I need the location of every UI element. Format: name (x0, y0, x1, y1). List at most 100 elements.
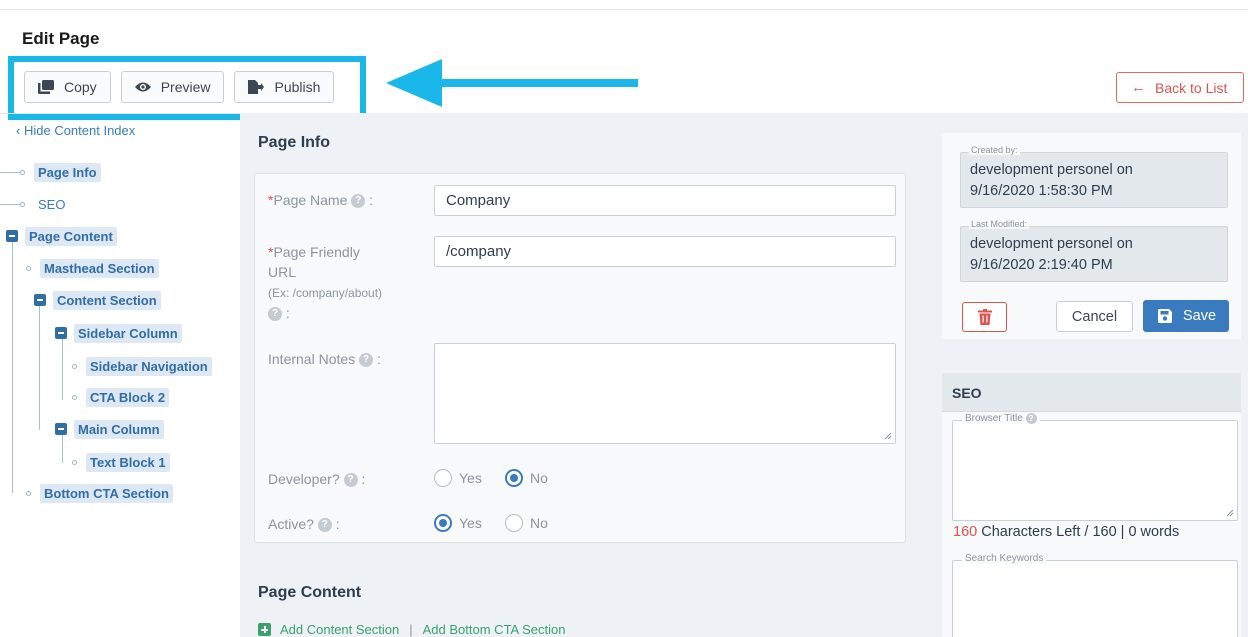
friendly-url-input[interactable]: /company (434, 236, 896, 267)
tree-item-content-section[interactable]: Content Section (34, 289, 161, 311)
hide-content-index-label: Hide Content Index (23, 123, 136, 138)
active-label-text: Active? (268, 516, 314, 532)
friendly-url-label: *Page Friendly (268, 243, 360, 261)
developer-no-radio[interactable]: No (505, 469, 548, 487)
tree-item-label: Page Info (34, 162, 101, 182)
tree-item-label: Page Content (25, 226, 117, 246)
plus-square-icon (258, 623, 271, 636)
help-icon[interactable]: ? (1025, 413, 1037, 424)
collapse-icon[interactable] (55, 327, 67, 339)
tree-dot-icon (72, 394, 77, 400)
add-section-links: Add Content Section | Add Bottom CTA Sec… (258, 622, 565, 637)
tree-item-label: Content Section (53, 290, 161, 310)
radio-label: Yes (459, 470, 482, 486)
characters-left-counter: 160 Characters Left / 160 | 0 words (953, 524, 1179, 540)
tree-connector (12, 238, 13, 493)
seo-panel-header (942, 373, 1241, 412)
created-by-field: Created by: development personel on 9/16… (960, 145, 1228, 208)
browser-title-textarea[interactable]: Browser Title ? (952, 413, 1238, 521)
label-colon: : (369, 192, 374, 208)
developer-label-text: Developer? (268, 471, 340, 487)
resize-grip-icon[interactable] (884, 432, 892, 440)
tree-dot-icon (72, 363, 77, 369)
friendly-url-label-line-2: URL (268, 264, 297, 280)
radio-circle (505, 514, 523, 532)
page-name-label: *Page Name ? : (268, 191, 373, 209)
toolbar-highlight-box (8, 56, 366, 120)
tree-item-label: Sidebar Navigation (86, 356, 212, 376)
tree-item-label: SEO (38, 196, 66, 212)
label-colon: : (335, 516, 340, 532)
created-by-date: 9/16/2020 1:58:30 PM (970, 183, 1113, 199)
radio-circle-selected (505, 469, 523, 487)
internal-notes-textarea[interactable] (434, 343, 896, 444)
tree-item-label: Bottom CTA Section (40, 483, 173, 503)
radio-label: No (530, 470, 548, 486)
help-icon[interactable]: ? (343, 473, 358, 488)
tree-item-sidebar-column[interactable]: Sidebar Column (55, 322, 182, 344)
help-icon[interactable]: ? (359, 353, 374, 368)
cancel-button[interactable]: Cancel (1056, 301, 1133, 332)
back-to-list-button[interactable]: ← Back to List (1116, 72, 1244, 103)
active-no-radio[interactable]: No (505, 514, 548, 532)
top-divider (0, 9, 1248, 10)
last-modified-line: development personel on (970, 236, 1133, 252)
created-by-value: development personel on 9/16/2020 1:58:3… (970, 160, 1133, 202)
radio-label: Yes (459, 515, 482, 531)
floppy-disk-icon (1158, 309, 1172, 323)
active-yes-radio[interactable]: Yes (434, 514, 482, 532)
help-icon[interactable]: ? (268, 307, 282, 322)
hide-content-index-link[interactable]: ‹ Hide Content Index (16, 123, 135, 138)
radio-label: No (530, 515, 548, 531)
tree-connector (39, 302, 40, 430)
label-colon: : (376, 351, 381, 367)
tree-item-sidebar-navigation[interactable]: Sidebar Navigation (72, 355, 212, 377)
developer-yes-radio[interactable]: Yes (434, 469, 482, 487)
back-to-list-label: Back to List (1155, 79, 1228, 96)
tree-item-page-info[interactable]: Page Info (20, 161, 101, 183)
page-info-heading: Page Info (258, 134, 331, 151)
browser-title-legend: Browser Title ? (962, 413, 1040, 425)
radio-circle (434, 469, 452, 487)
tree-item-label: CTA Block 2 (86, 387, 170, 407)
last-modified-legend: Last Modified: (969, 219, 1030, 229)
collapse-icon[interactable] (55, 423, 67, 435)
save-button[interactable]: Save (1143, 300, 1229, 332)
delete-button[interactable] (962, 302, 1007, 332)
tree-item-page-content[interactable]: Page Content (6, 225, 117, 247)
friendly-url-hint: (Ex: /company/about) (268, 286, 383, 300)
friendly-url-help: ? : (268, 304, 290, 322)
left-arrow-head (386, 59, 442, 107)
left-arrow-shaft (440, 79, 638, 87)
collapse-icon[interactable] (6, 230, 18, 242)
last-modified-field: Last Modified: development personel on 9… (960, 219, 1228, 282)
page-name-label-text: Page Name (273, 192, 348, 208)
search-keywords-textarea[interactable]: Search Keywords (952, 553, 1238, 637)
tree-item-main-column[interactable]: Main Column (55, 418, 164, 440)
tree-item-label: Sidebar Column (74, 323, 182, 343)
help-icon[interactable]: ? (317, 518, 332, 533)
help-icon[interactable]: ? (351, 194, 366, 209)
active-label: Active? ? : (268, 515, 340, 533)
chevron-left-icon: ‹ (16, 123, 21, 138)
tree-connector (0, 204, 20, 205)
tree-dot-icon (20, 169, 25, 175)
created-by-legend: Created by: (969, 145, 1020, 155)
resize-grip-icon[interactable] (1226, 509, 1234, 517)
internal-notes-label: Internal Notes ? : (268, 350, 381, 368)
tree-item-bottom-cta-section[interactable]: Bottom CTA Section (26, 482, 173, 504)
tree-item-cta-block-2[interactable]: CTA Block 2 (72, 386, 170, 408)
tree-item-masthead-section[interactable]: Masthead Section (26, 257, 159, 279)
browser-title-legend-text: Browser Title (965, 413, 1023, 425)
tree-dot-icon (26, 490, 31, 496)
tree-item-seo[interactable]: SEO (20, 193, 69, 215)
tree-item-label: Text Block 1 (86, 452, 170, 472)
collapse-icon[interactable] (34, 294, 46, 306)
add-bottom-cta-link[interactable]: Add Bottom CTA Section (423, 622, 566, 637)
radio-circle-selected (434, 514, 452, 532)
tree-item-label: Masthead Section (40, 258, 159, 278)
add-content-section-link[interactable]: Add Content Section (280, 622, 399, 637)
tree-connector (0, 172, 20, 173)
page-name-input[interactable]: Company (434, 185, 896, 216)
tree-item-text-block-1[interactable]: Text Block 1 (72, 451, 170, 473)
